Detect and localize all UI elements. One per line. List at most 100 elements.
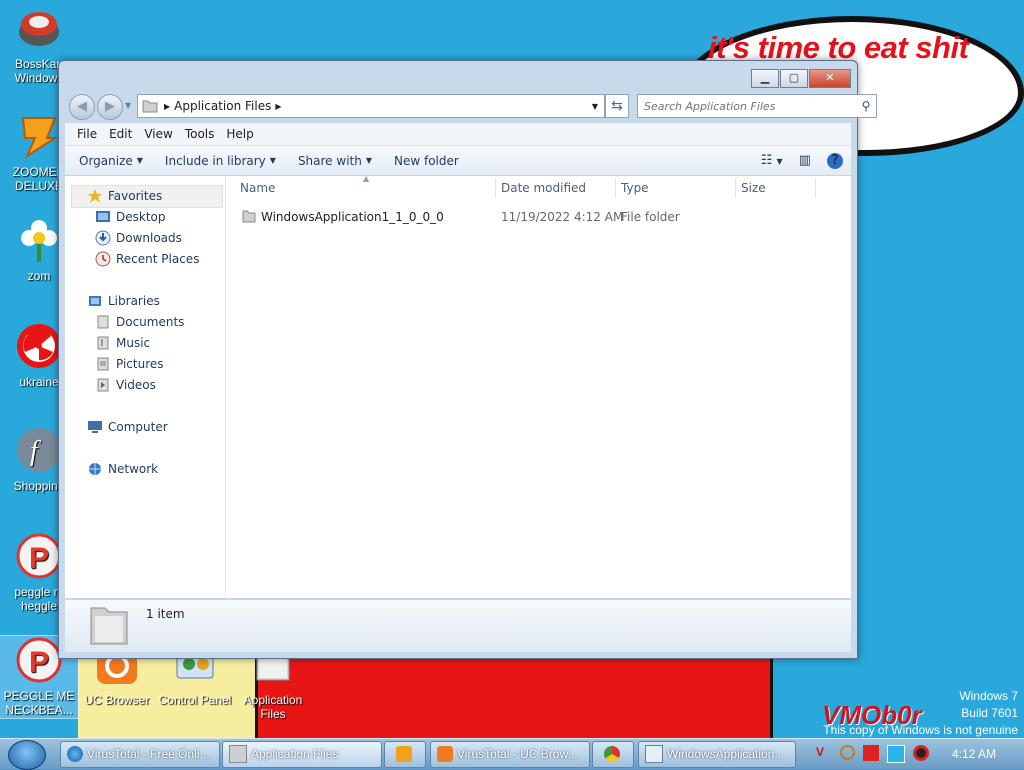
command-bar: Organize ▼ Include in library ▼ Share with… xyxy=(65,146,851,176)
maximize-button[interactable]: ▢ xyxy=(780,69,808,88)
table-row[interactable]: WindowsApplication1_1_0_0_0 11/19/2022 4… xyxy=(240,206,851,228)
address-dropdown[interactable]: ▼ xyxy=(586,102,604,111)
breadcrumb-separator[interactable]: ▶ xyxy=(164,102,170,111)
peggle-icon: P xyxy=(16,637,62,683)
folder-icon xyxy=(90,607,128,645)
help-icon[interactable]: ? xyxy=(827,152,843,169)
file-date: 11/19/2022 4:12 AM xyxy=(501,210,624,224)
explorer-window: ▁ ▢ ✕ ◀ ▶ ▼ ▶ Application Files ▶ ▼ ⇆ ⚲ … xyxy=(58,60,877,659)
breadcrumb-application-files[interactable]: Application Files xyxy=(174,99,271,113)
navigation-pane: Favorites Desktop Downloads Recent Place… xyxy=(65,176,226,598)
nav-favorites[interactable]: Favorites xyxy=(87,188,162,204)
menu-edit[interactable]: Edit xyxy=(109,127,132,141)
chevron-down-icon: ▼ xyxy=(136,156,143,165)
taskbar-item-windowsapplication[interactable]: WindowsApplication... xyxy=(638,741,796,768)
sort-arrow-icon: ▲ xyxy=(363,174,370,183)
nav-downloads[interactable]: Downloads xyxy=(95,230,182,246)
nav-network[interactable]: Network xyxy=(87,461,158,477)
navigation-bar: ◀ ▶ ▼ ▶ Application Files ▶ ▼ ⇆ ⚲ xyxy=(65,93,877,120)
search-input[interactable] xyxy=(638,96,856,116)
svg-text:P: P xyxy=(29,646,49,679)
nav-videos[interactable]: Videos xyxy=(95,377,156,393)
antivirus-tray-icon[interactable]: V xyxy=(816,745,832,761)
chevron-down-icon: ▼ xyxy=(365,156,372,165)
system-tray: V xyxy=(816,745,937,763)
address-bar[interactable]: ▶ Application Files ▶ ▼ xyxy=(137,94,605,118)
column-divider[interactable] xyxy=(735,178,736,198)
network-tray-icon[interactable] xyxy=(887,745,905,763)
taskbar-item-chrome[interactable] xyxy=(592,741,634,768)
include-in-library-button[interactable]: Include in library xyxy=(165,154,266,168)
nav-libraries[interactable]: Libraries xyxy=(87,293,160,309)
clock[interactable]: 4:12 AM xyxy=(952,747,996,761)
pictures-icon xyxy=(97,357,109,371)
file-name: WindowsApplication1_1_0_0_0 xyxy=(261,210,444,224)
menu-bar: File Edit View Tools Help xyxy=(65,123,851,146)
column-size[interactable]: Size xyxy=(741,181,766,195)
column-type[interactable]: Type xyxy=(621,181,649,195)
change-view-button[interactable]: ☷ ▼ xyxy=(761,153,783,168)
column-divider[interactable] xyxy=(495,178,496,198)
taskbar-item-application-files[interactable]: Application Files xyxy=(222,741,382,768)
taskbar: VirusTotal - Free Onli... Application Fi… xyxy=(0,738,1024,770)
refresh-button[interactable]: ⇆ xyxy=(605,94,629,118)
column-divider[interactable] xyxy=(615,178,616,198)
volume-tray-icon[interactable] xyxy=(913,745,929,761)
bosskan-icon xyxy=(19,12,59,46)
zoomer-icon xyxy=(21,117,59,159)
nav-pictures[interactable]: Pictures xyxy=(95,356,164,372)
close-button[interactable]: ✕ xyxy=(809,69,851,88)
svg-text:P: P xyxy=(29,542,49,575)
vb-app-icon xyxy=(645,744,663,763)
window-caption-buttons: ▁ ▢ ✕ xyxy=(750,69,851,88)
breadcrumb-separator[interactable]: ▶ xyxy=(275,102,281,111)
recent-pages-dropdown[interactable]: ▼ xyxy=(125,101,131,110)
taskbar-item-virustotal-ie[interactable]: VirusTotal - Free Onli... xyxy=(60,741,220,768)
nav-computer[interactable]: Computer xyxy=(87,419,168,435)
chevron-down-icon: ▼ xyxy=(269,156,276,165)
nav-recent-places[interactable]: Recent Places xyxy=(95,251,199,267)
minimize-button[interactable]: ▁ xyxy=(751,69,779,88)
taskbar-item-virustotal-uc[interactable]: VirusTotal - UC Brow... xyxy=(430,741,590,768)
music-icon xyxy=(97,336,109,350)
new-folder-button[interactable]: New folder xyxy=(394,154,459,168)
organize-button[interactable]: Organize xyxy=(79,154,133,168)
menu-help[interactable]: Help xyxy=(226,127,253,141)
item-count: 1 item xyxy=(146,607,185,621)
taskbar-item-media-player[interactable] xyxy=(384,741,426,768)
column-name[interactable]: Name xyxy=(240,181,275,195)
uc-browser-icon xyxy=(437,745,453,762)
nav-music[interactable]: Music xyxy=(95,335,150,351)
column-divider[interactable] xyxy=(815,178,816,198)
share-with-button[interactable]: Share with xyxy=(298,154,362,168)
details-pane: 1 item xyxy=(65,599,851,652)
computer-icon xyxy=(88,421,102,433)
videos-icon xyxy=(97,378,109,392)
folder-icon xyxy=(142,100,158,113)
recent-places-icon xyxy=(95,251,111,267)
libraries-icon xyxy=(89,296,101,306)
search-icon[interactable]: ⚲ xyxy=(856,99,876,113)
explorer-content: Favorites Desktop Downloads Recent Place… xyxy=(65,174,851,598)
search-box: ⚲ xyxy=(637,94,877,118)
menu-view[interactable]: View xyxy=(144,127,172,141)
nav-desktop[interactable]: Desktop xyxy=(95,209,166,225)
flash-icon: f xyxy=(17,428,61,472)
menu-tools[interactable]: Tools xyxy=(185,127,215,141)
column-date-modified[interactable]: Date modified xyxy=(501,181,586,195)
menu-file[interactable]: File xyxy=(77,127,97,141)
nav-documents[interactable]: Documents xyxy=(95,314,184,330)
folder-icon xyxy=(242,210,256,223)
file-list: ▲ Name Date modified Type Size WindowsAp… xyxy=(226,174,851,598)
search-tray-icon[interactable] xyxy=(840,745,855,760)
forward-button[interactable]: ▶ xyxy=(97,94,123,120)
start-button[interactable] xyxy=(8,740,46,770)
documents-icon xyxy=(97,315,109,329)
flag-tray-icon[interactable] xyxy=(863,745,879,761)
wallpaper-red-shape xyxy=(255,655,773,739)
back-button[interactable]: ◀ xyxy=(69,94,95,120)
chrome-icon xyxy=(604,745,620,762)
preview-pane-button[interactable]: ▥ xyxy=(799,153,811,168)
peggle-icon: P xyxy=(16,533,62,579)
star-icon xyxy=(88,189,102,203)
